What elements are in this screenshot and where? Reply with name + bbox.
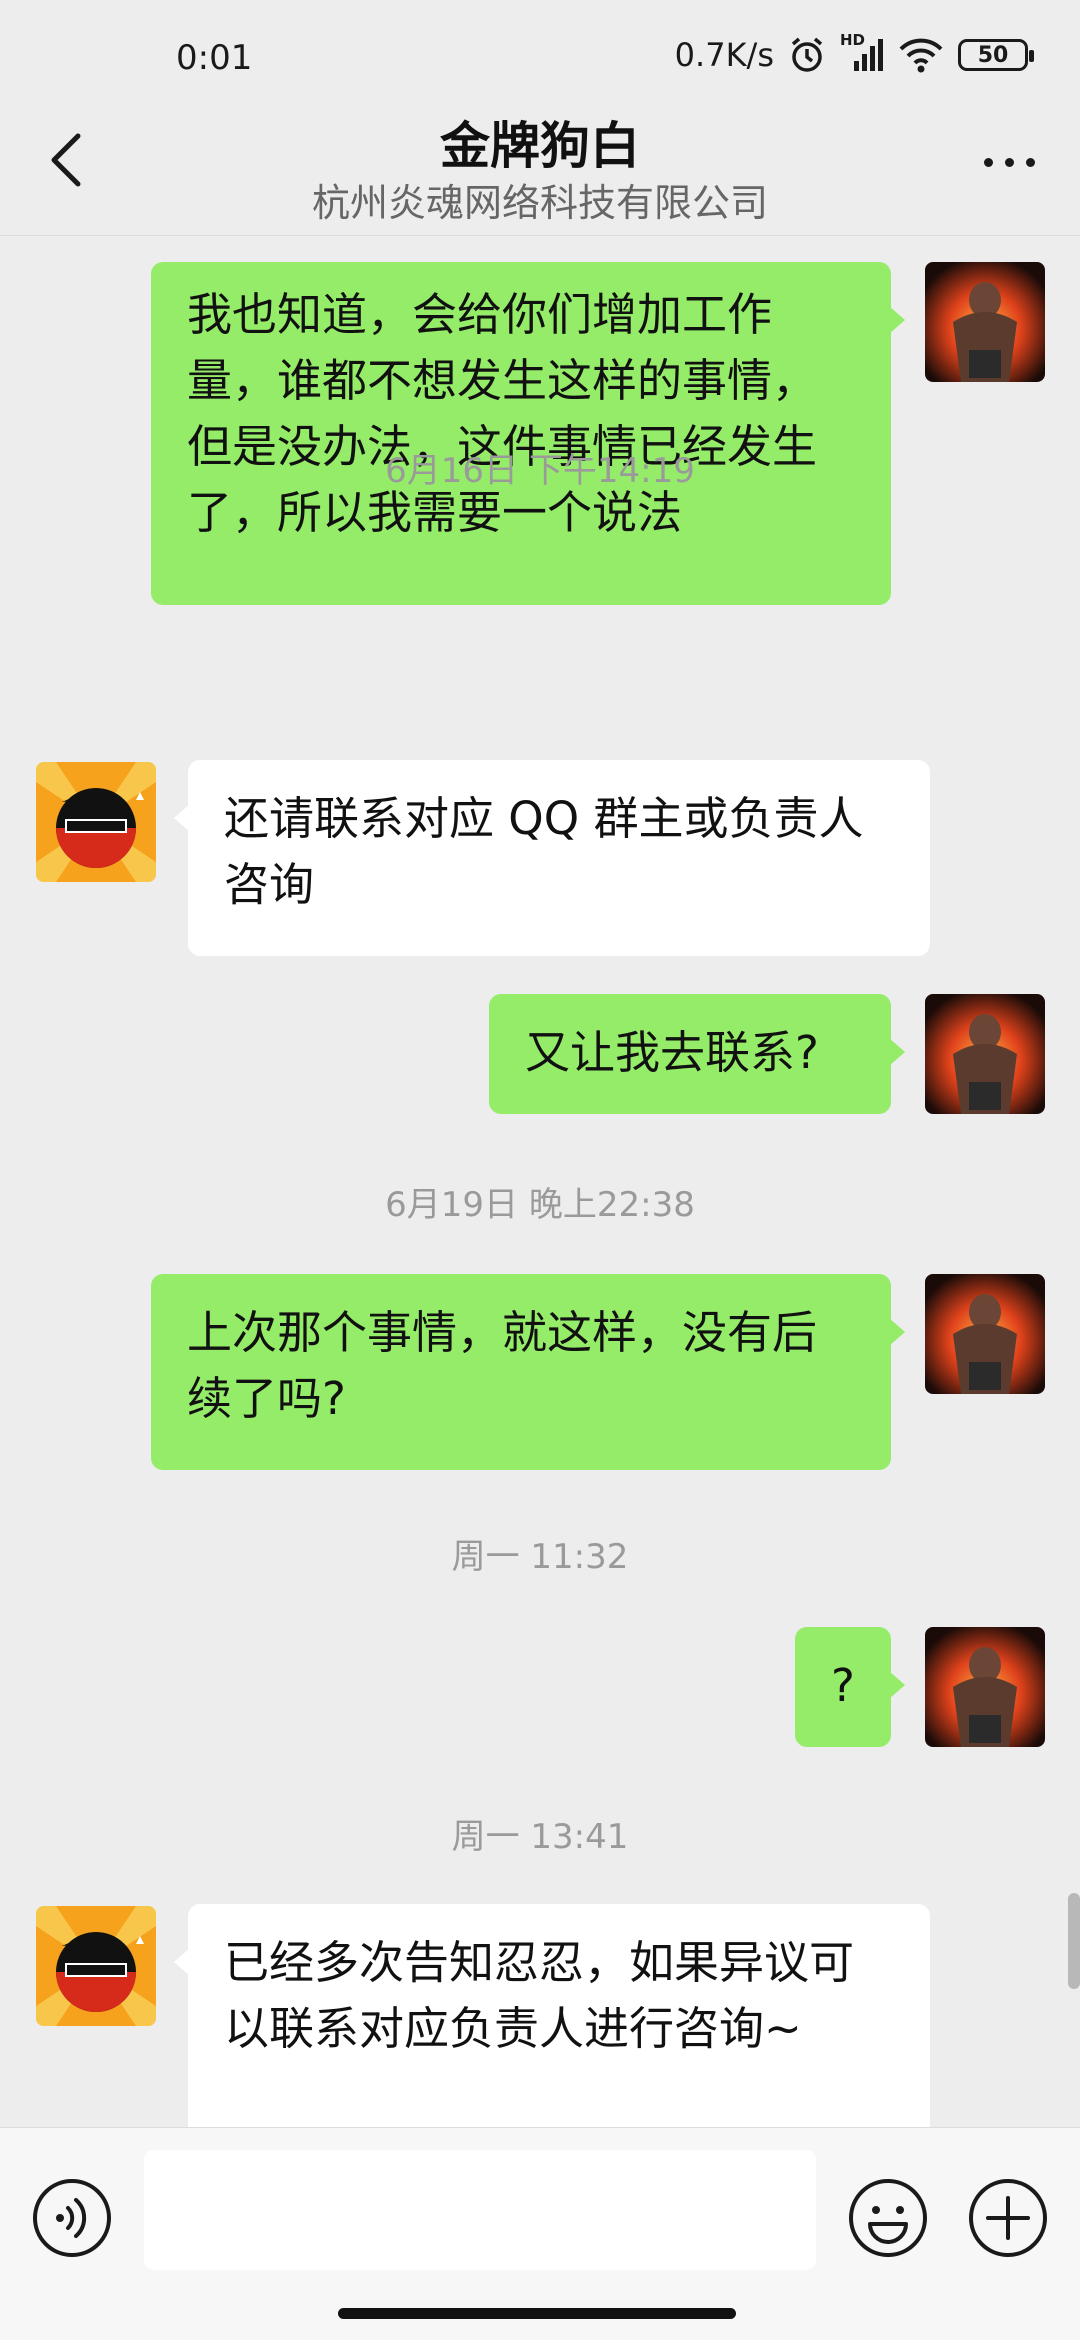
my-avatar[interactable] xyxy=(925,994,1045,1114)
my-message-bubble[interactable]: 又让我去联系? xyxy=(489,994,905,1114)
chat-title: 金牌狗白 xyxy=(440,117,640,175)
net-speed: 0.7K/s xyxy=(674,36,774,74)
hd-label: HD xyxy=(840,31,866,49)
my-avatar[interactable] xyxy=(925,1627,1045,1747)
my-message-bubble[interactable]: 上次那个事情，就这样，没有后续了吗? xyxy=(151,1274,905,1470)
status-icons: 0.7K/s HD 50 xyxy=(674,31,1034,74)
wifi-icon xyxy=(898,37,944,73)
status-bar: 0:01 0.7K/s HD 50 xyxy=(0,0,1080,110)
my-message-bubble[interactable]: 我也知道，会给你们增加工作量，谁都不想发生这样的事情，但是没办法，这件事情已经发… xyxy=(151,262,905,605)
chat-messages[interactable]: 我也知道，会给你们增加工作量，谁都不想发生这样的事情，但是没办法，这件事情已经发… xyxy=(0,237,1080,2164)
message-input[interactable] xyxy=(144,2150,816,2270)
voice-icon xyxy=(30,2179,114,2264)
message-timestamp: 6月16日 下午14:19 xyxy=(385,451,695,491)
contact-avatar[interactable] xyxy=(36,762,156,882)
message-timestamp: 6月19日 晚上22:38 xyxy=(385,1185,695,1225)
my-message-bubble[interactable]: ? xyxy=(795,1627,905,1747)
plus-button[interactable] xyxy=(966,2176,1050,2260)
signal-icon: HD xyxy=(840,31,884,73)
chat-subtitle: 杭州炎魂网络科技有限公司 xyxy=(311,181,768,225)
message-text: 上次那个事情，就这样，没有后续了吗? xyxy=(187,1306,818,1425)
home-indicator[interactable] xyxy=(338,2308,736,2319)
alarm-icon xyxy=(788,36,826,74)
battery-icon: 50 xyxy=(958,39,1034,71)
contact-message-bubble[interactable]: 已经多次告知忍忍，如果异议可以联系对应负责人进行咨询~ xyxy=(174,1904,930,2164)
message-text: 又让我去联系? xyxy=(525,1026,819,1079)
emoji-button[interactable] xyxy=(846,2176,930,2260)
more-button[interactable] xyxy=(974,130,1044,194)
contact-message-bubble[interactable]: 还请联系对应 QQ 群主或负责人咨询 xyxy=(174,760,930,956)
my-avatar[interactable] xyxy=(925,1274,1045,1394)
scrollbar[interactable] xyxy=(1068,1893,1080,1989)
message-text: 已经多次告知忍忍，如果异议可以联系对应负责人进行咨询~ xyxy=(224,1936,855,2055)
plus-icon xyxy=(966,2179,1050,2264)
message-text: 我也知道，会给你们增加工作量，谁都不想发生这样的事情，但是没办法，这件事情已经发… xyxy=(187,288,818,539)
message-text: 还请联系对应 QQ 群主或负责人咨询 xyxy=(224,792,864,911)
my-avatar[interactable] xyxy=(925,262,1045,382)
message-timestamp: 周一 13:41 xyxy=(451,1817,629,1857)
chat-header: 金牌狗白 杭州炎魂网络科技有限公司 xyxy=(0,100,1080,236)
contact-avatar[interactable] xyxy=(36,1906,156,2026)
message-timestamp: 周一 11:32 xyxy=(451,1537,629,1577)
voice-button[interactable] xyxy=(30,2176,114,2260)
status-time: 0:01 xyxy=(176,38,253,78)
message-text: ? xyxy=(831,1659,855,1712)
emoji-icon xyxy=(846,2179,930,2264)
more-dots-icon xyxy=(983,157,1035,167)
